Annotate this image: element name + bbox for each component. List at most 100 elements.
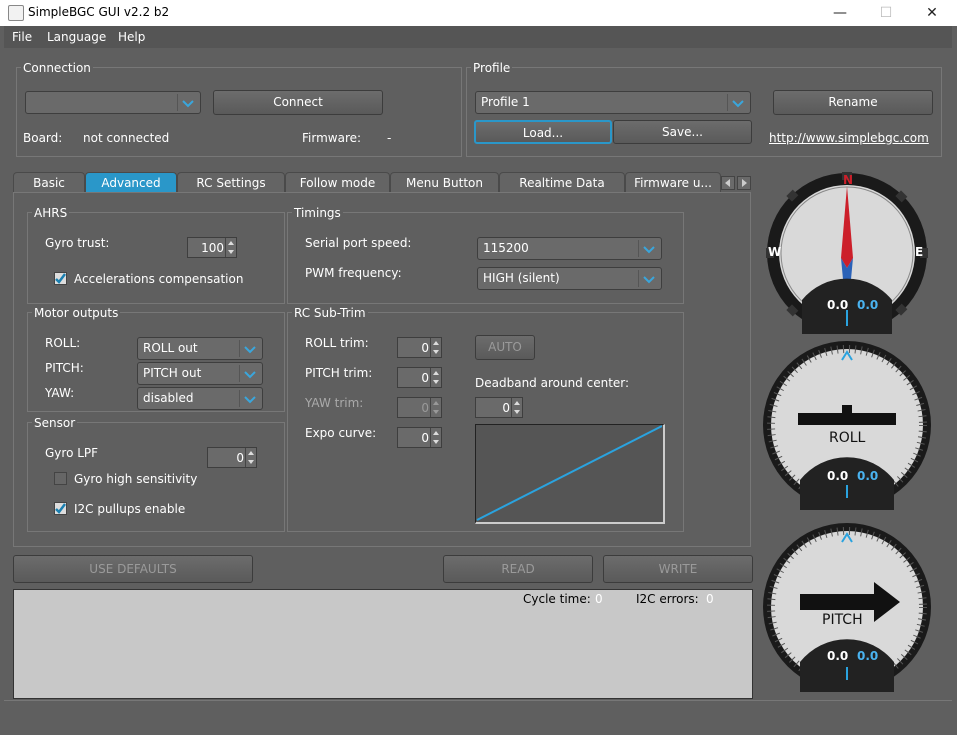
gyro-high-sensitivity-checkbox[interactable] [54,472,67,485]
expo-curve-value: 0 [421,431,429,445]
serial-speed-select[interactable]: 115200 [477,237,662,260]
cycle-time-label: Cycle time: [523,592,591,606]
sensor-title: Sensor [32,416,78,430]
yaw-output-value: disabled [143,391,194,405]
timings-title: Timings [292,206,343,220]
pwm-frequency-select[interactable]: HIGH (silent) [477,267,662,290]
roll-trim-value: 0 [421,341,429,355]
gyro-trust-value: 100 [201,241,224,255]
port-select[interactable] [25,91,201,114]
roll-trim-label: ROLL trim: [305,336,369,350]
save-button[interactable]: Save... [613,120,752,144]
menu-help[interactable]: Help [118,30,145,44]
i2c-errors-value: 0 [706,592,714,606]
spinner-arrows-icon[interactable] [245,448,256,467]
cycle-time-value: 0 [595,592,603,606]
connection-title: Connection [21,61,93,75]
pitch-output-select[interactable]: PITCH out [137,362,263,385]
profile-select[interactable]: Profile 1 [475,91,751,114]
write-button[interactable]: WRITE [603,555,753,583]
pitch-trim-spinner[interactable]: 0 [397,367,442,388]
expo-curve-spinner[interactable]: 0 [397,427,442,448]
tab-advanced[interactable]: Advanced [85,172,177,193]
firmware-label: Firmware: [302,131,362,145]
close-button[interactable]: ✕ [909,0,955,26]
spinner-arrows-icon[interactable] [225,238,236,257]
yaw-trim-label: YAW trim: [305,396,364,410]
load-button[interactable]: Load... [474,120,612,144]
pwm-frequency-label: PWM frequency: [305,266,402,280]
gyro-trust-spinner[interactable]: 100 [187,237,237,258]
expo-curve-graph [475,424,665,524]
compass-w-label: W [768,245,782,259]
yaw-trim-spinner[interactable]: 0 [397,397,442,418]
tab-follow-mode[interactable]: Follow mode [285,172,390,193]
tab-realtime-data[interactable]: Realtime Data [499,172,625,193]
acc-compensation-checkbox[interactable] [54,272,67,285]
pitch-output-value: PITCH out [143,366,202,380]
board-value: not connected [83,131,170,145]
board-label: Board: [23,131,63,145]
auto-button[interactable]: AUTO [475,335,535,360]
spinner-arrows-icon[interactable] [430,338,441,357]
spinner-arrows-icon[interactable] [430,368,441,387]
expo-curve-label: Expo curve: [305,426,377,440]
roll-trim-spinner[interactable]: 0 [397,337,442,358]
gyro-lpf-spinner[interactable]: 0 [207,447,257,468]
ahrs-title: AHRS [32,206,70,220]
pitch-gauge [762,522,932,692]
rename-button[interactable]: Rename [773,90,933,115]
title-bar: SimpleBGC GUI v2.2 b2 — ☐ ✕ [0,0,957,26]
tab-menu-button[interactable]: Menu Button [390,172,499,193]
tab-basic[interactable]: Basic [13,172,85,193]
tab-scroll-left-icon[interactable] [721,176,735,190]
window-title: SimpleBGC GUI v2.2 b2 [28,5,170,19]
spinner-arrows-icon[interactable] [430,398,441,417]
menu-file[interactable]: File [12,30,32,44]
deadband-spinner[interactable]: 0 [475,397,523,418]
yaw-output-select[interactable]: disabled [137,387,263,410]
tab-rc-settings[interactable]: RC Settings [177,172,285,193]
read-button[interactable]: READ [443,555,593,583]
spinner-arrows-icon[interactable] [511,398,522,417]
compass-left-readout: 0.0 [827,298,849,312]
roll-right-readout: 0.0 [857,469,879,483]
spinner-arrows-icon[interactable] [430,428,441,447]
compass-e-label: E [915,245,924,259]
status-bar-divider [4,700,952,701]
yaw-trim-value: 0 [421,401,429,415]
maximize-button[interactable]: ☐ [863,0,909,26]
tab-firmware-upgrade[interactable]: Firmware u... [625,172,721,193]
website-link[interactable]: http://www.simplebgc.com [769,131,929,145]
profile-title: Profile [471,61,513,75]
pitch-output-label: PITCH: [45,361,84,375]
menu-bar [4,26,952,48]
pwm-frequency-value: HIGH (silent) [483,271,560,285]
gyro-trust-label: Gyro trust: [45,236,110,250]
compass-n-label: N [843,173,854,187]
roll-left-readout: 0.0 [827,469,849,483]
chevron-down-icon [638,240,659,257]
roll-output-value: ROLL out [143,341,198,355]
roll-output-select[interactable]: ROLL out [137,337,263,360]
roll-output-label: ROLL: [45,336,81,350]
pitch-trim-value: 0 [421,371,429,385]
yaw-output-label: YAW: [45,386,75,400]
serial-speed-label: Serial port speed: [305,236,412,250]
roll-gauge-label: ROLL [829,430,866,446]
pitch-right-readout: 0.0 [857,649,879,663]
chevron-down-icon [239,340,260,357]
gyro-lpf-value: 0 [236,451,244,465]
pitch-trim-label: PITCH trim: [305,366,373,380]
connect-button[interactable]: Connect [213,90,383,115]
serial-speed-value: 115200 [483,241,529,255]
acc-compensation-label: Accelerations compensation [74,272,244,286]
i2c-pullups-checkbox[interactable] [54,502,67,515]
deadband-value: 0 [502,401,510,415]
firmware-value: - [387,131,392,145]
minimize-button[interactable]: — [817,0,863,26]
use-defaults-button[interactable]: USE DEFAULTS [13,555,253,583]
chevron-down-icon [727,94,748,111]
menu-language[interactable]: Language [47,30,106,44]
tab-scroll-right-icon[interactable] [737,176,751,190]
